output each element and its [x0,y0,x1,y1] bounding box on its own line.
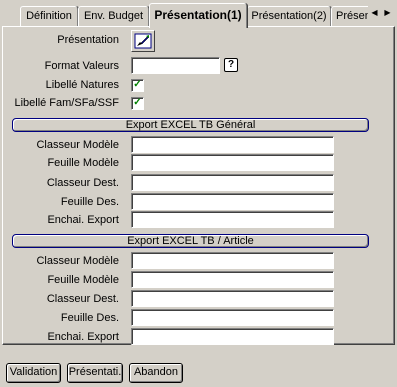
s2-classeur-modele-input[interactable] [131,252,334,269]
s2-classeur-dest-input[interactable] [131,290,334,307]
s1-enchai-export-input[interactable] [131,211,334,228]
validation-button[interactable]: Validation [6,363,61,383]
panel-content: Présentation Format Valeurs ? Libellé Na… [0,0,397,387]
question-mark-icon: ? [227,59,235,70]
s2-feuille-des-label: Feuille Des. [60,312,119,324]
section-export-excel-tb-article[interactable]: Export EXCEL TB / Article [12,234,369,248]
paint-brush-icon [134,33,152,49]
abandon-button[interactable]: Abandon [129,363,183,383]
presentation-button[interactable]: Présentati. [67,363,123,383]
section-export-excel-tb-general[interactable]: Export EXCEL TB Général [12,118,369,132]
format-valeurs-input[interactable] [131,57,220,74]
s1-classeur-modele-input[interactable] [131,136,334,153]
s2-classeur-dest-label: Classeur Dest. [46,293,119,305]
s1-feuille-des-input[interactable] [131,193,334,210]
libelle-fam-label: Libellé Fam/SFa/SSF [14,97,119,109]
checkmark-icon: ✓ [133,79,142,90]
s2-enchai-export-label: Enchai. Export [47,331,119,343]
s1-feuille-modele-input[interactable] [131,154,334,171]
libelle-fam-checkbox[interactable]: ✓ [131,97,144,110]
presentation-label: Présentation [57,34,119,46]
presentation-style-button[interactable] [131,30,155,52]
s2-feuille-modele-label: Feuille Modèle [47,274,119,286]
libelle-natures-checkbox[interactable]: ✓ [131,79,144,92]
s1-classeur-dest-label: Classeur Dest. [46,177,119,189]
s2-enchai-export-input[interactable] [131,328,334,345]
s1-enchai-export-label: Enchai. Export [47,214,119,226]
s1-classeur-modele-label: Classeur Modèle [36,139,119,151]
s2-feuille-des-input[interactable] [131,309,334,326]
s1-feuille-modele-label: Feuille Modèle [47,157,119,169]
help-button[interactable]: ? [224,58,238,72]
s2-classeur-modele-label: Classeur Modèle [36,255,119,267]
s1-classeur-dest-input[interactable] [131,174,334,191]
checkmark-icon: ✓ [133,97,142,108]
format-valeurs-label: Format Valeurs [44,60,119,72]
s2-feuille-modele-input[interactable] [131,271,334,288]
libelle-natures-label: Libellé Natures [45,79,119,91]
s1-feuille-des-label: Feuille Des. [60,196,119,208]
